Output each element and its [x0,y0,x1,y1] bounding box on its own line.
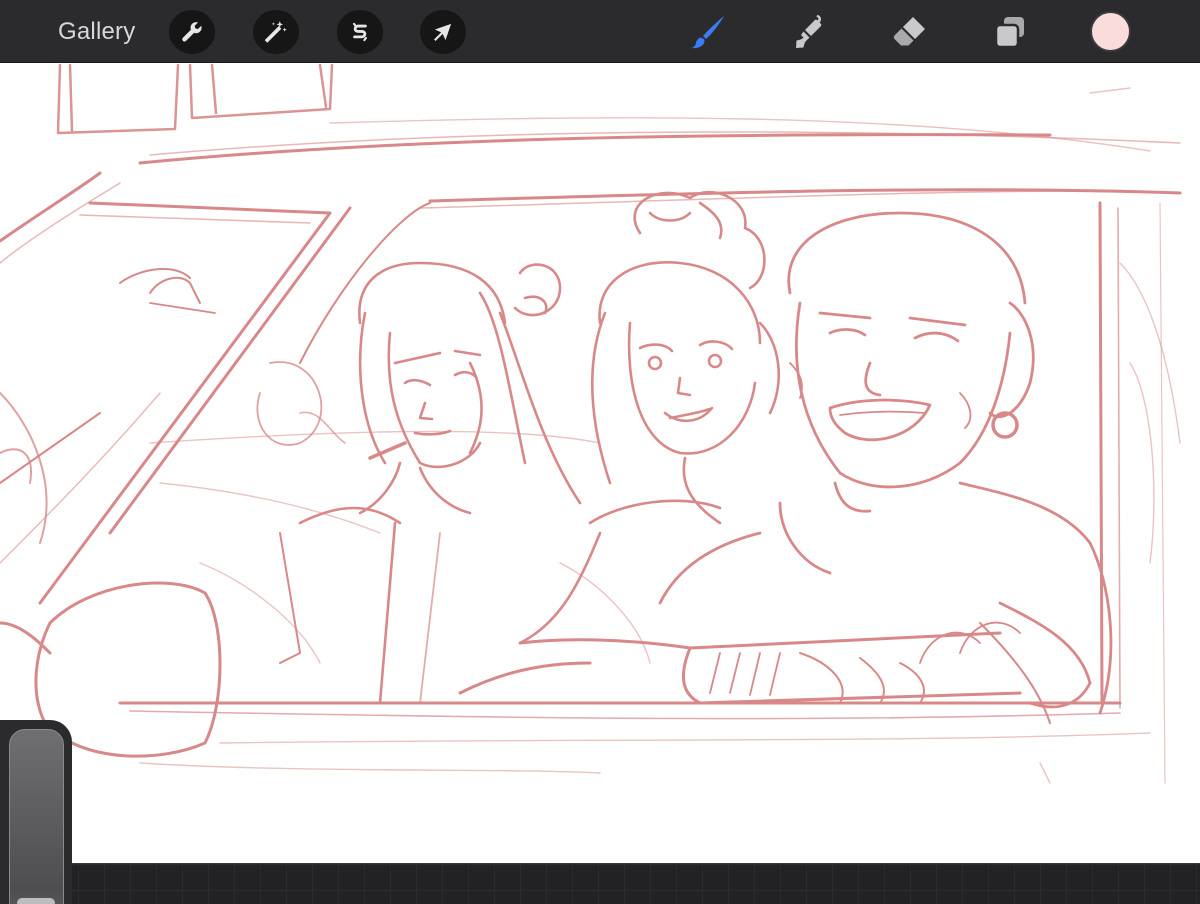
transform-button[interactable] [420,10,466,54]
brush-icon [692,16,724,49]
brush-size-slider-handle[interactable] [17,898,55,904]
color-picker-swatch[interactable] [1090,11,1131,52]
layers-icon [994,17,1024,49]
drawing-canvas[interactable] [0,63,1200,863]
adjustments-button[interactable] [253,10,299,54]
layers-button[interactable] [987,10,1033,54]
magic-wand-icon [264,21,287,43]
selection-icon [352,22,368,42]
paint-brush-button[interactable] [685,10,731,54]
eraser-icon [893,17,925,46]
wrench-icon [182,22,202,42]
selection-button[interactable] [337,10,383,54]
car-sketch-artwork [0,63,1182,784]
transform-arrow-icon [434,23,452,41]
brush-size-sidebar [0,720,72,904]
smudge-button[interactable] [786,10,832,54]
gallery-button[interactable]: Gallery [58,17,135,47]
top-toolbar: Gallery [0,0,1200,63]
actions-button[interactable] [169,10,215,54]
brush-size-slider[interactable] [9,729,64,904]
smudge-icon [796,15,822,48]
eraser-button[interactable] [886,10,932,54]
bottom-panel [0,863,1200,904]
